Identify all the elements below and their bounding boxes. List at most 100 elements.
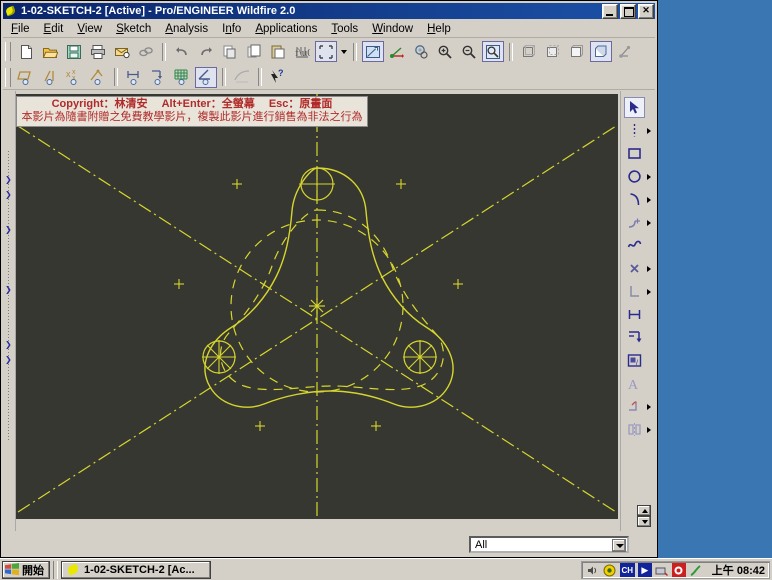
- hyperlink-icon[interactable]: [135, 41, 157, 62]
- context-help-icon[interactable]: ?: [267, 67, 289, 88]
- graphics-spinner[interactable]: [637, 505, 651, 527]
- zoom-out-icon[interactable]: [458, 41, 480, 62]
- menu-sketch[interactable]: Sketch: [116, 23, 151, 35]
- rail-chevron-icon[interactable]: ❯: [5, 356, 12, 364]
- menu-file[interactable]: FFileile: [11, 23, 30, 35]
- save-icon[interactable]: [63, 41, 85, 62]
- trim-tool-icon[interactable]: [624, 396, 645, 417]
- mirror-tool-flyout-arrow-icon[interactable]: [647, 419, 654, 440]
- minimize-button[interactable]: [602, 4, 618, 19]
- edge-use-tool-flyout-arrow-icon[interactable]: [647, 281, 654, 302]
- start-button[interactable]: 開始: [2, 560, 50, 579]
- find-icon[interactable]: f\u0332: [291, 41, 313, 62]
- constraint-display-icon[interactable]: xxx: [63, 67, 85, 88]
- taskbar-item-proe[interactable]: 1-02-SKETCH-2 [Ac...: [61, 560, 211, 579]
- sketch-drawing: [17, 94, 617, 519]
- menu-info[interactable]: Info: [222, 23, 241, 35]
- shading-icon[interactable]: [590, 41, 612, 62]
- arc-tool-flyout-arrow-icon[interactable]: [647, 189, 654, 210]
- menu-help[interactable]: Help: [427, 23, 451, 35]
- modify-dimension-icon[interactable]: [624, 327, 645, 348]
- chevron-down-icon[interactable]: [338, 41, 349, 62]
- sketch-entity-display-icon[interactable]: [15, 67, 37, 88]
- maximize-button[interactable]: [620, 4, 636, 19]
- rail-chevron-icon[interactable]: ❯: [5, 176, 12, 184]
- system-tray: CH ▶ 上午 08:42: [580, 561, 770, 579]
- menu-applications[interactable]: Applications: [255, 23, 317, 35]
- ime-pen-icon[interactable]: [689, 563, 703, 577]
- view-manager-icon[interactable]: [614, 41, 636, 62]
- print-icon[interactable]: [87, 41, 109, 62]
- spinner-up-button[interactable]: [637, 505, 651, 516]
- hidden-line-icon[interactable]: [542, 41, 564, 62]
- paste-icon[interactable]: [267, 41, 289, 62]
- new-file-icon[interactable]: [15, 41, 37, 62]
- dimension-tool-icon[interactable]: [624, 304, 645, 325]
- repaint-icon[interactable]: [362, 41, 384, 62]
- edge-use-tool-icon[interactable]: [624, 281, 645, 302]
- sketch-view-icon[interactable]: [195, 66, 217, 88]
- zoom-in-icon[interactable]: [434, 41, 456, 62]
- rail-chevron-icon[interactable]: ❯: [5, 191, 12, 199]
- sketcher-diag-icon[interactable]: [231, 67, 253, 88]
- rectangle-tool-icon[interactable]: [624, 143, 645, 164]
- selection-filter-select[interactable]: All: [469, 536, 629, 553]
- rail-chevron-icon[interactable]: ❯: [5, 341, 12, 349]
- menu-edit[interactable]: Edit: [44, 23, 64, 35]
- fillet-tool-icon[interactable]: [624, 212, 645, 233]
- text-tool-icon[interactable]: A: [624, 373, 645, 394]
- trim-tool-flyout-arrow-icon[interactable]: [647, 396, 654, 417]
- send-mail-icon[interactable]: [111, 41, 133, 62]
- circle-tool-icon[interactable]: [624, 166, 645, 187]
- toolbar-grip[interactable]: [5, 42, 11, 61]
- fillet-tool-flyout-arrow-icon[interactable]: [647, 212, 654, 233]
- datum-display-icon[interactable]: [386, 41, 408, 62]
- wireframe-icon[interactable]: [518, 41, 540, 62]
- ime-input-icon[interactable]: ▶: [637, 563, 652, 577]
- redo-icon[interactable]: [195, 41, 217, 62]
- menu-tools[interactable]: Tools: [331, 23, 358, 35]
- toolbar-grip[interactable]: [5, 67, 11, 87]
- line-tool-icon[interactable]: [624, 120, 645, 141]
- undo-icon[interactable]: [171, 41, 193, 62]
- dimension-display-icon[interactable]: [39, 67, 61, 88]
- toolbar-separator: [258, 68, 262, 86]
- select-tool-icon[interactable]: [624, 97, 645, 118]
- mirror-tool-icon[interactable]: [624, 419, 645, 440]
- ime-language-icon[interactable]: CH: [619, 563, 635, 577]
- circle-tool-flyout-arrow-icon[interactable]: [647, 166, 654, 187]
- rail-chevron-icon[interactable]: ❯: [5, 286, 12, 294]
- title-bar[interactable]: 1-02-SKETCH-2 [Active] - Pro/ENGINEER Wi…: [3, 3, 655, 19]
- ime-keyboard-icon[interactable]: [655, 563, 669, 577]
- menu-window[interactable]: Window: [372, 23, 413, 35]
- vertex-display-icon[interactable]: [87, 67, 109, 88]
- spin-center-icon[interactable]: [410, 41, 432, 62]
- model-tree-rail[interactable]: ❯ ❯ ❯ ❯ ❯ ❯: [3, 91, 16, 531]
- modify-tool-icon[interactable]: [147, 67, 169, 88]
- point-tool-icon[interactable]: [624, 258, 645, 279]
- point-tool-flyout-arrow-icon[interactable]: [647, 258, 654, 279]
- copy-icon[interactable]: [243, 41, 265, 62]
- chevron-down-icon[interactable]: [612, 539, 626, 552]
- constraint-tool-icon[interactable]: /: [624, 350, 645, 371]
- regenerate-icon[interactable]: [315, 41, 337, 62]
- sketch-canvas[interactable]: Copyright：林清安 Alt+Enter：全螢幕 Esc：原畫面 本影片為…: [16, 94, 618, 519]
- refit-icon[interactable]: [482, 41, 504, 62]
- line-tool-flyout-arrow-icon[interactable]: [647, 120, 654, 141]
- open-file-icon[interactable]: [39, 41, 61, 62]
- close-button[interactable]: ✕: [638, 4, 654, 19]
- spline-tool-icon[interactable]: [624, 235, 645, 256]
- spinner-down-button[interactable]: [637, 516, 651, 527]
- cut-icon[interactable]: [219, 41, 241, 62]
- volume-icon[interactable]: [586, 563, 600, 577]
- dimension-tool-icon[interactable]: [123, 67, 145, 88]
- rail-chevron-icon[interactable]: ❯: [5, 226, 12, 234]
- no-hidden-icon[interactable]: [566, 41, 588, 62]
- menu-view[interactable]: View: [77, 23, 102, 35]
- arc-tool-icon[interactable]: [624, 189, 645, 210]
- menu-analysis[interactable]: Analysis: [165, 23, 208, 35]
- screen: 1-02-SKETCH-2 [Active] - Pro/ENGINEER Wi…: [0, 0, 772, 580]
- ime-toolbar-icon[interactable]: [671, 563, 686, 577]
- grid-toggle-icon[interactable]: [171, 67, 193, 88]
- network-icon[interactable]: [603, 563, 617, 577]
